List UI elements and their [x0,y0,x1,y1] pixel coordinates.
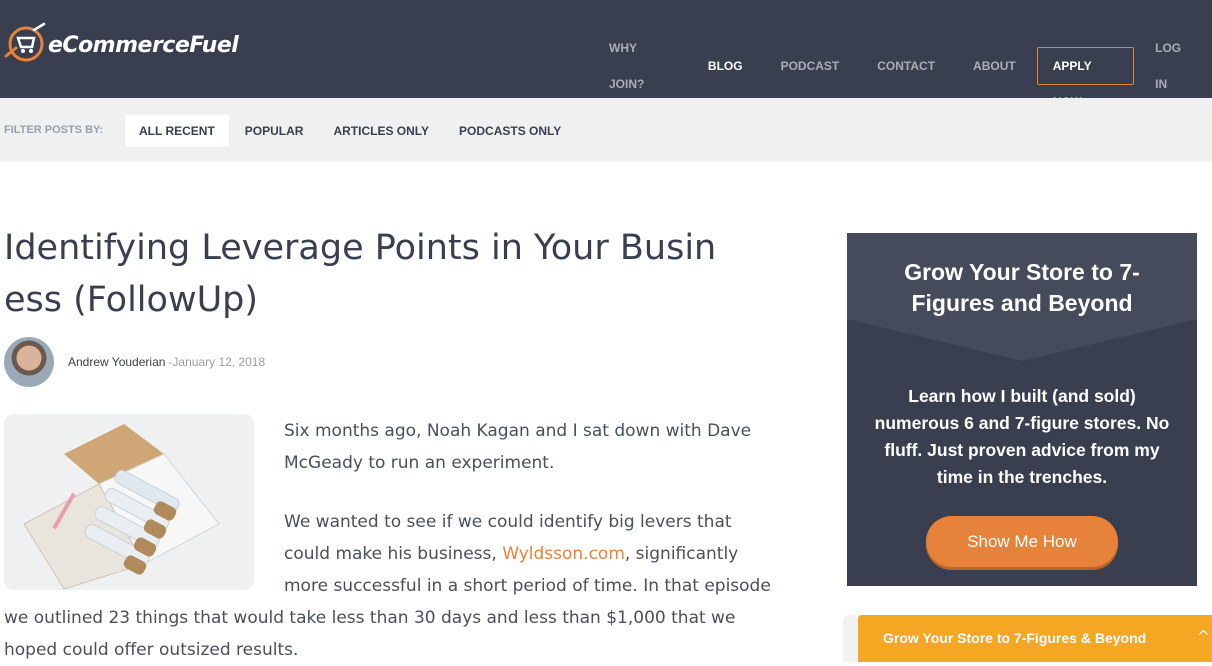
article-title-line-2: ess (FollowUp) [4,280,259,320]
author-name[interactable]: Andrew Youderian [68,355,165,369]
filter-tab-popular[interactable]: POPULAR [231,115,318,147]
paragraph-2-line-1: We wanted to see if we could identify bi… [284,512,732,532]
paragraph-2-line-4: we outlined 23 things that would take le… [4,608,736,628]
filter-tab-all-recent[interactable]: ALL RECENT [125,115,229,147]
apply-now-button[interactable]: APPLY NOW [1036,47,1135,109]
nav-log-in[interactable]: LOG IN [1136,30,1212,102]
article-title: Identifying Leverage Points in Your Busi… [4,222,764,326]
filter-label: FILTER POSTS BY: [4,124,104,136]
main-nav: WHY JOIN? BLOG PODCAST CONTACT ABOUT APP… [590,30,1212,109]
sticky-optin-bar[interactable]: Grow Your Store to 7-Figures & Beyond ^ [858,615,1212,662]
avatar[interactable] [4,337,54,387]
sticky-bar-label: Grow Your Store to 7-Figures & Beyond [883,630,1147,646]
paragraph-2-line-2-start: could make his business, [284,544,503,564]
paragraph-1: Six months ago, Noah Kagan and I sat dow… [284,415,764,479]
paragraph-2-continued: we outlined 23 things that would take le… [4,602,824,666]
nav-podcast[interactable]: PODCAST [762,48,859,84]
sidebar-optin: Grow Your Store to 7-Figures and Beyond … [847,233,1197,586]
wyldsson-link[interactable]: Wyldsson.com [502,544,625,564]
filter-bar: FILTER POSTS BY: ALL RECENT POPULAR ARTI… [0,98,1212,162]
chevron-up-icon[interactable]: ^ [1197,627,1210,646]
post-date: -January 12, 2018 [168,355,266,369]
filter-tab-articles-only[interactable]: ARTICLES ONLY [319,115,443,147]
paragraph-1-line-1: Six months ago, Noah Kagan and I sat dow… [284,421,752,441]
paragraph-2: We wanted to see if we could identify bi… [284,506,784,602]
nav-contact[interactable]: CONTACT [858,48,954,84]
paragraph-2-line-5: hoped could offer outsized results. [4,640,299,660]
logo[interactable]: eCommerceFuel [4,20,239,70]
author-byline: Andrew Youderian -January 12, 2018 [4,337,265,387]
filter-tab-podcasts-only[interactable]: PODCASTS ONLY [445,115,575,147]
nav-why-join[interactable]: WHY JOIN? [590,30,689,102]
paragraph-1-line-2: McGeady to run an experiment. [284,453,555,473]
cart-logo-icon [4,20,54,70]
article-title-line-1: Identifying Leverage Points in Your Busi… [4,228,717,268]
sidebar-body: Learn how I built (and sold) numerous 6 … [874,386,1170,487]
filter-tabs: ALL RECENT POPULAR ARTICLES ONLY PODCAST… [125,115,577,147]
sidebar-heading: Grow Your Store to 7-Figures and Beyond [904,259,1140,316]
paragraph-2-line-3: more successful in a short period of tim… [284,576,771,596]
logo-text: eCommerceFuel [48,32,239,58]
show-me-how-button[interactable]: Show Me How [926,516,1118,567]
nav-blog[interactable]: BLOG [689,48,762,84]
site-header: eCommerceFuel WHY JOIN? BLOG PODCAST CON… [0,0,1212,109]
product-box-image [4,414,254,590]
sidebar-chevron-shape [847,315,1197,361]
paragraph-2-line-2-end: , significantly [624,544,739,564]
nav-about[interactable]: ABOUT [954,48,1035,84]
